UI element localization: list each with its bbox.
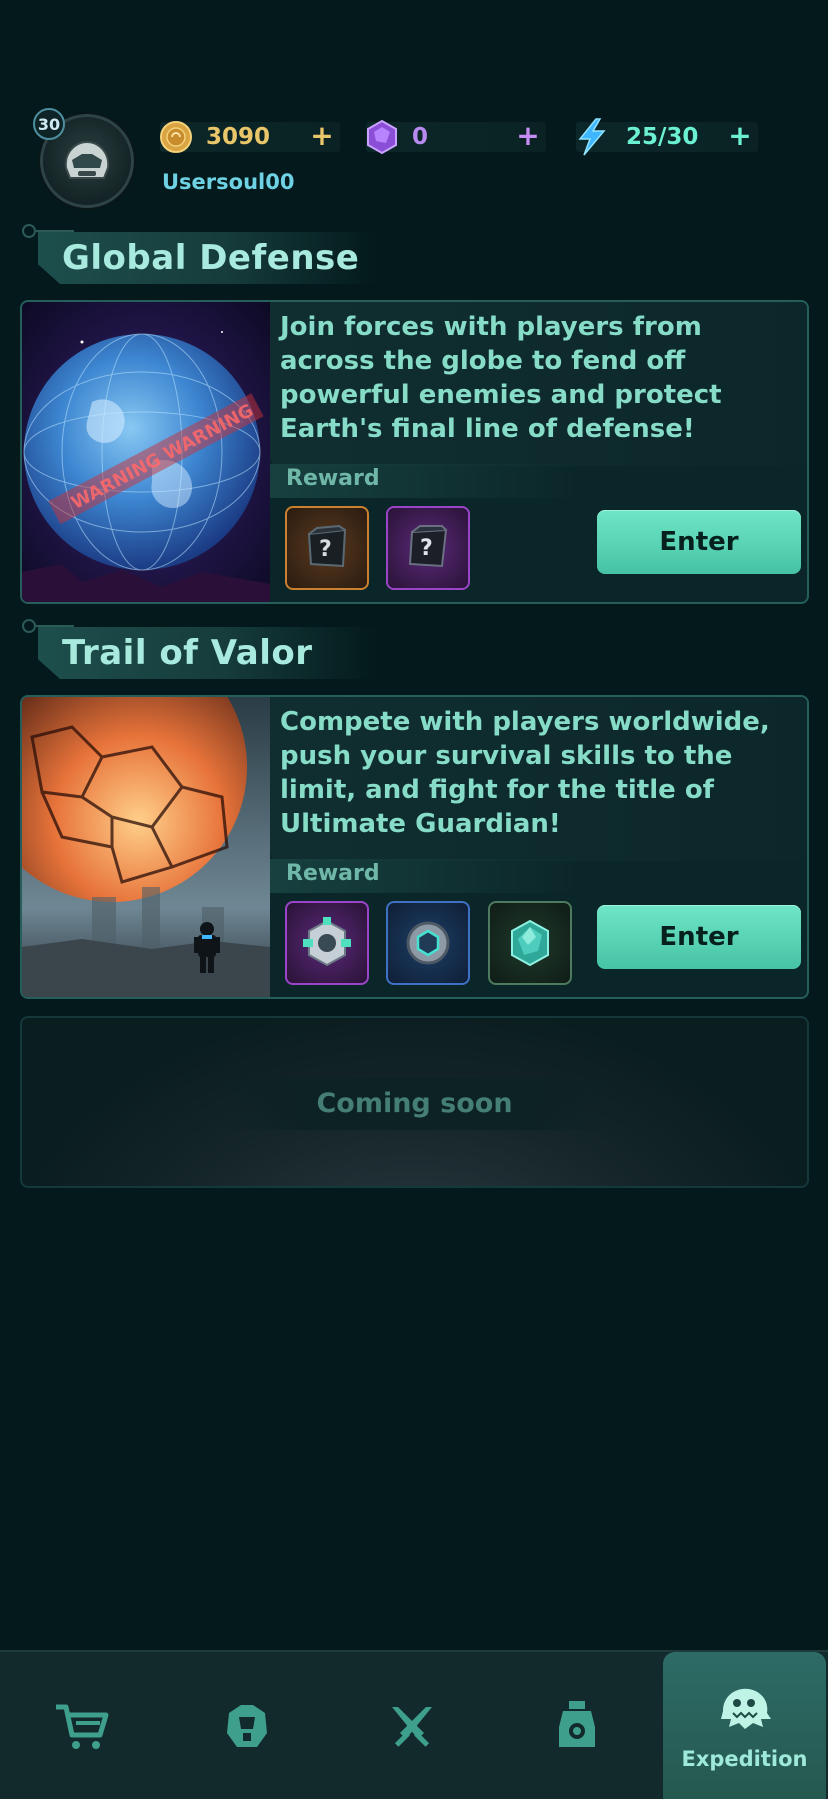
nav-robot[interactable] xyxy=(495,1652,658,1799)
nav-shop[interactable] xyxy=(0,1652,163,1799)
reward-item[interactable] xyxy=(285,901,369,985)
nav-battle[interactable] xyxy=(330,1652,493,1799)
section-title-trail-of-valor: Trail of Valor xyxy=(22,619,386,679)
event-description: Join forces with players from across the… xyxy=(280,312,722,444)
reward-item[interactable] xyxy=(386,901,470,985)
gems-value: 0 xyxy=(412,124,429,150)
energy-value: 25/30 xyxy=(626,124,699,150)
helmet-icon xyxy=(64,140,110,179)
reward-item[interactable]: ? xyxy=(386,506,470,590)
event-description: Compete with players worldwide, push you… xyxy=(280,707,770,839)
add-coins-button[interactable]: + xyxy=(310,122,334,150)
section-title-text: Global Defense xyxy=(62,238,360,278)
crystal-green-icon xyxy=(511,919,549,967)
bottom-nav: Expedition xyxy=(0,1650,828,1799)
lightning-icon xyxy=(578,118,606,156)
robot-icon xyxy=(558,1700,595,1747)
enter-button-trail-of-valor[interactable]: Enter xyxy=(597,905,801,969)
monster-icon xyxy=(720,1688,771,1729)
section-title-text: Trail of Valor xyxy=(62,633,313,673)
gems-counter: 0 + xyxy=(366,119,546,155)
energy-counter: 25/30 + xyxy=(576,118,758,156)
mystery-chest-orange-icon: ? xyxy=(307,524,347,568)
gear-core-purple-icon xyxy=(303,917,351,967)
shop-cart-icon xyxy=(55,1704,108,1749)
event-card-trail-of-valor: Compete with players worldwide, push you… xyxy=(20,695,809,999)
reward-item[interactable] xyxy=(488,901,572,985)
coming-soon-label: Coming soon xyxy=(316,1088,513,1119)
molten-planet-art xyxy=(22,697,270,997)
coming-soon-card: Coming soon xyxy=(20,1016,809,1188)
warning-globe-art: WARNING WARNING xyxy=(22,302,270,602)
coins-counter: 3090 + xyxy=(160,121,340,153)
svg-text:?: ? xyxy=(319,537,332,562)
coins-value: 3090 xyxy=(206,124,271,150)
enter-button-global-defense[interactable]: Enter xyxy=(597,510,801,574)
reward-item[interactable]: ? xyxy=(285,506,369,590)
add-energy-button[interactable]: + xyxy=(728,122,752,150)
armor-icon xyxy=(226,1704,267,1747)
level-badge: 30 xyxy=(33,108,65,140)
coin-icon xyxy=(160,121,192,153)
gem-icon xyxy=(367,119,397,155)
username[interactable]: Usersoul00 xyxy=(162,170,294,194)
event-card-global-defense: WARNING WARNING Join forces with players… xyxy=(20,300,809,604)
add-gems-button[interactable]: + xyxy=(516,122,540,150)
mystery-chest-purple-icon: ? xyxy=(408,525,448,568)
reward-label: Reward xyxy=(286,861,380,886)
nav-armor[interactable] xyxy=(165,1652,328,1799)
section-title-global-defense: Global Defense xyxy=(22,224,386,284)
nav-expedition[interactable]: Expedition xyxy=(663,1652,826,1799)
reward-label: Reward xyxy=(286,466,380,491)
crossed-swords-icon xyxy=(391,1706,432,1747)
nav-expedition-label: Expedition xyxy=(681,1746,808,1771)
armor-core-blue-icon xyxy=(406,921,450,965)
svg-text:?: ? xyxy=(420,536,433,561)
